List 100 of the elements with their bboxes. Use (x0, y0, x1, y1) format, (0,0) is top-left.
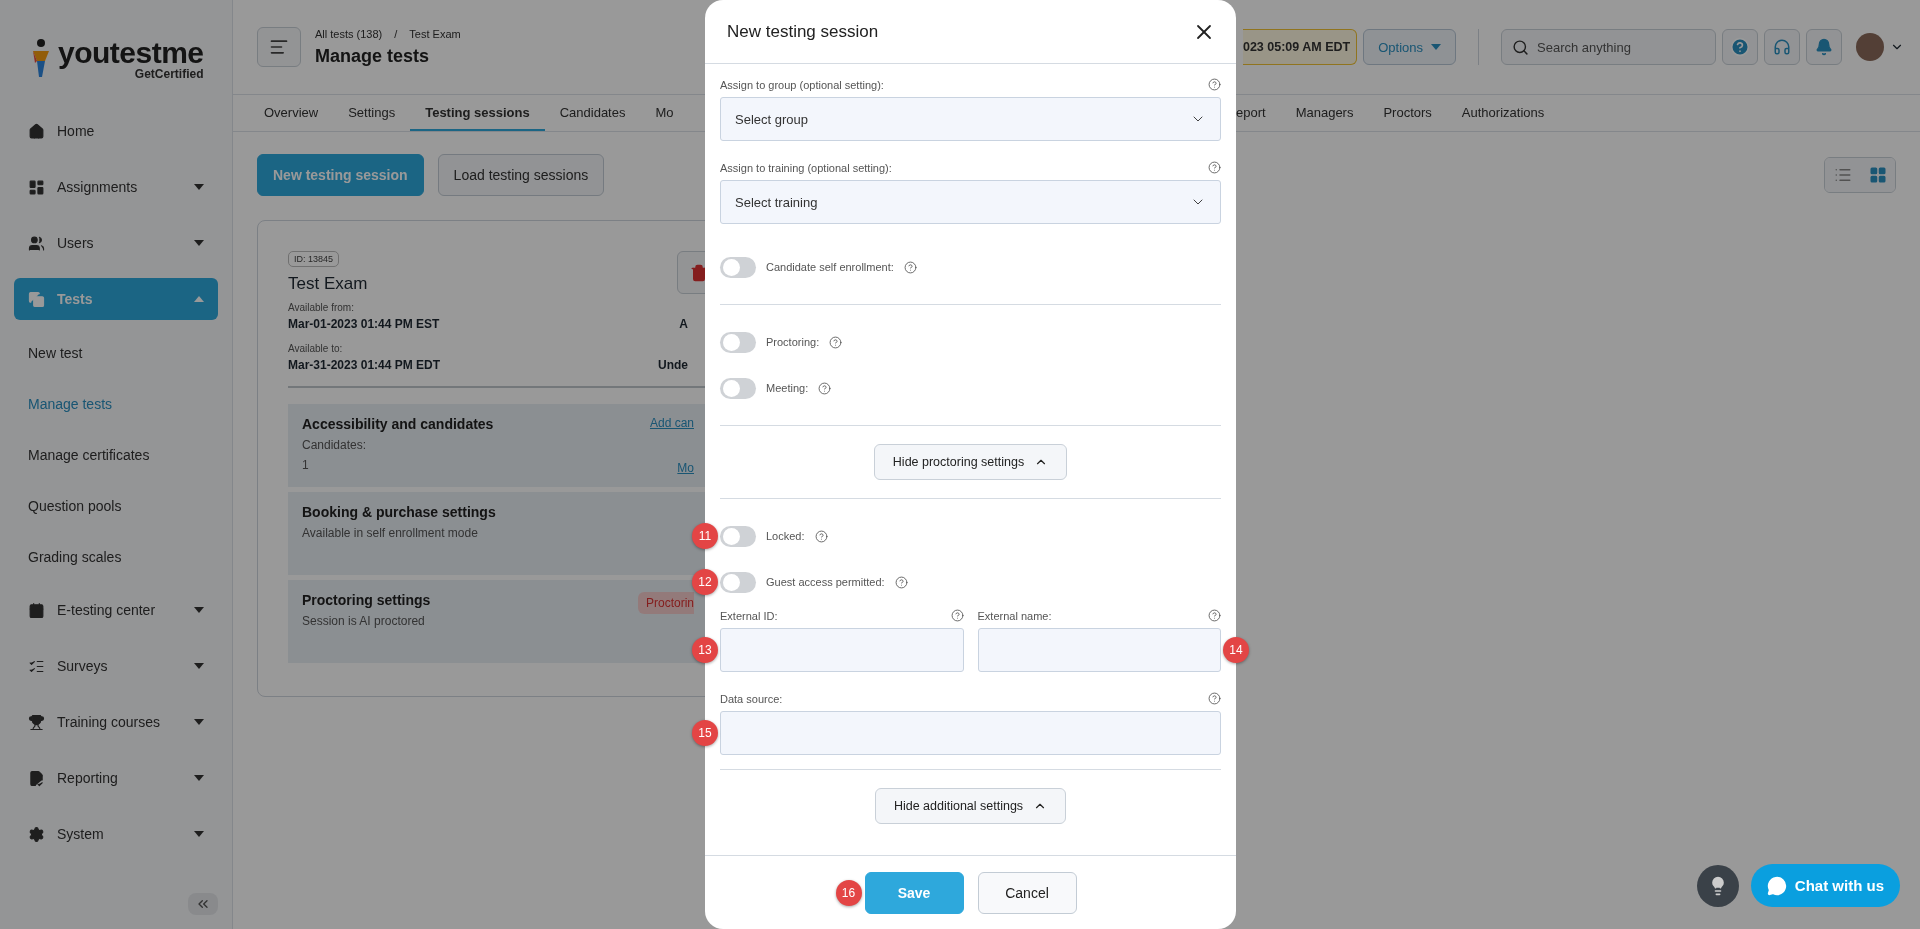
toggle-label: Proctoring: (766, 336, 820, 348)
toggle-label: Guest access permitted: (766, 576, 885, 588)
caret-icon (194, 719, 204, 725)
tab[interactable]: Testing sessions (410, 95, 545, 131)
action-button[interactable]: Load testing sessions (437, 154, 605, 196)
help-icon[interactable] (1208, 161, 1221, 174)
collapse-button[interactable]: Hide additional settings (874, 788, 1067, 824)
sidebar-item[interactable]: Users (14, 222, 218, 264)
sidebar-subitem[interactable]: Grading scales (14, 531, 218, 582)
sidebar-subitem[interactable]: New test (14, 327, 218, 378)
sidebar-subitem[interactable]: Question pools (14, 480, 218, 531)
tab[interactable]: Mo (640, 95, 689, 131)
support-button[interactable] (1764, 29, 1800, 65)
step-marker: 14 (1223, 637, 1249, 663)
toggle-switch[interactable] (720, 331, 756, 353)
toggle-switch[interactable] (720, 571, 756, 593)
sidebar-item[interactable]: System (14, 813, 218, 855)
toggle-switch[interactable] (720, 377, 756, 399)
help-icon[interactable] (894, 575, 908, 589)
step-marker: 15 (692, 720, 718, 746)
id-badge: ID: 13845 (288, 251, 340, 267)
help-icon[interactable] (950, 609, 964, 622)
toggle-label: Locked: (766, 530, 805, 542)
field-label: Data source: (720, 692, 783, 705)
section-title: Proctoring settings (302, 592, 431, 608)
grid-view-button[interactable] (1860, 158, 1895, 192)
help-icon[interactable] (903, 260, 917, 274)
help-icon[interactable] (829, 335, 843, 349)
collapse-button[interactable]: Hide proctoring settings (873, 444, 1068, 480)
nav-icon (28, 178, 45, 196)
logo-name: youtestme (58, 37, 204, 68)
menu-icon (269, 37, 289, 57)
sidebar-item[interactable]: E-testing center (14, 589, 218, 631)
field-label: Available from: (288, 302, 355, 313)
avatar[interactable] (1856, 33, 1884, 61)
field-value: Unde (658, 358, 688, 372)
select-dropdown[interactable]: Select training (720, 180, 1221, 224)
tab[interactable]: Candidates (544, 95, 641, 131)
step-marker: 12 (692, 569, 718, 595)
tab[interactable]: Overview (249, 95, 334, 131)
input-field[interactable] (720, 711, 1221, 755)
sidebar-item[interactable]: Home (14, 110, 218, 152)
field-value: A (679, 317, 688, 331)
toggle-switch[interactable] (720, 525, 756, 547)
help-button[interactable] (1722, 29, 1758, 65)
list-icon (1833, 166, 1852, 184)
search-icon (1512, 38, 1529, 56)
notifications-button[interactable] (1806, 29, 1842, 65)
search-field[interactable]: Search anything (1501, 29, 1716, 65)
field-label: Assign to training (optional setting): (720, 161, 892, 174)
sidebar-item[interactable]: Surveys (14, 645, 218, 687)
section-text: 1 (302, 458, 310, 472)
caret-icon (194, 184, 204, 190)
toggle-switch[interactable] (720, 256, 756, 278)
section-title: Booking & purchase settings (302, 504, 496, 520)
tab[interactable]: Proctors (1368, 95, 1447, 131)
nav-icon (28, 290, 45, 308)
toggle-label: Meeting: (766, 382, 809, 394)
input-field[interactable] (977, 628, 1221, 672)
caret-icon (194, 240, 204, 246)
collapse-sidebar-button[interactable] (188, 893, 218, 915)
help-icon[interactable] (1208, 78, 1221, 91)
headset-icon (1773, 38, 1791, 56)
step-marker: 11 (692, 523, 718, 549)
nav-icon (28, 713, 45, 731)
list-view-button[interactable] (1825, 158, 1860, 192)
breadcrumb-link[interactable]: Test Exam (409, 27, 461, 40)
help-icon[interactable] (818, 381, 832, 395)
sidebar-item[interactable]: Training courses (14, 701, 218, 743)
chat-bubble-icon (1766, 875, 1787, 896)
section-text: Candidates: (302, 438, 368, 452)
caret-icon (194, 296, 204, 302)
help-icon[interactable] (1208, 692, 1221, 705)
help-icon (1730, 37, 1750, 57)
tab[interactable]: Authorizations (1446, 95, 1560, 131)
logo-icon (30, 38, 52, 79)
tips-button[interactable] (1696, 864, 1739, 907)
menu-button[interactable] (257, 27, 301, 67)
sidebar-item[interactable]: Assignments (14, 166, 218, 208)
cancel-button[interactable]: Cancel (977, 871, 1077, 914)
status-badge: Proctorin (637, 592, 694, 614)
select-dropdown[interactable]: Select group (720, 97, 1221, 141)
caret-icon (194, 831, 204, 837)
breadcrumb-link[interactable]: All tests (138) (315, 27, 383, 40)
tab[interactable]: Settings (333, 95, 411, 131)
sidebar-item[interactable]: Reporting (14, 757, 218, 799)
sidebar-subitem[interactable]: Manage certificates (14, 429, 218, 480)
caret-icon (1431, 44, 1441, 50)
field-label: External ID: (720, 609, 778, 622)
nav-icon (28, 825, 45, 843)
input-field[interactable] (720, 628, 964, 672)
tab[interactable]: Managers (1280, 95, 1369, 131)
modal-title: New testing session (727, 21, 879, 42)
help-icon[interactable] (1208, 609, 1221, 622)
session-title: Test Exam (288, 274, 368, 294)
chat-button[interactable]: Chat with us (1750, 864, 1900, 907)
field-value: Mar-01-2023 01:44 PM EST (288, 317, 440, 331)
tab[interactable]: eport (1236, 95, 1281, 131)
help-icon[interactable] (814, 529, 828, 543)
section-title: Accessibility and candidates (302, 416, 494, 432)
